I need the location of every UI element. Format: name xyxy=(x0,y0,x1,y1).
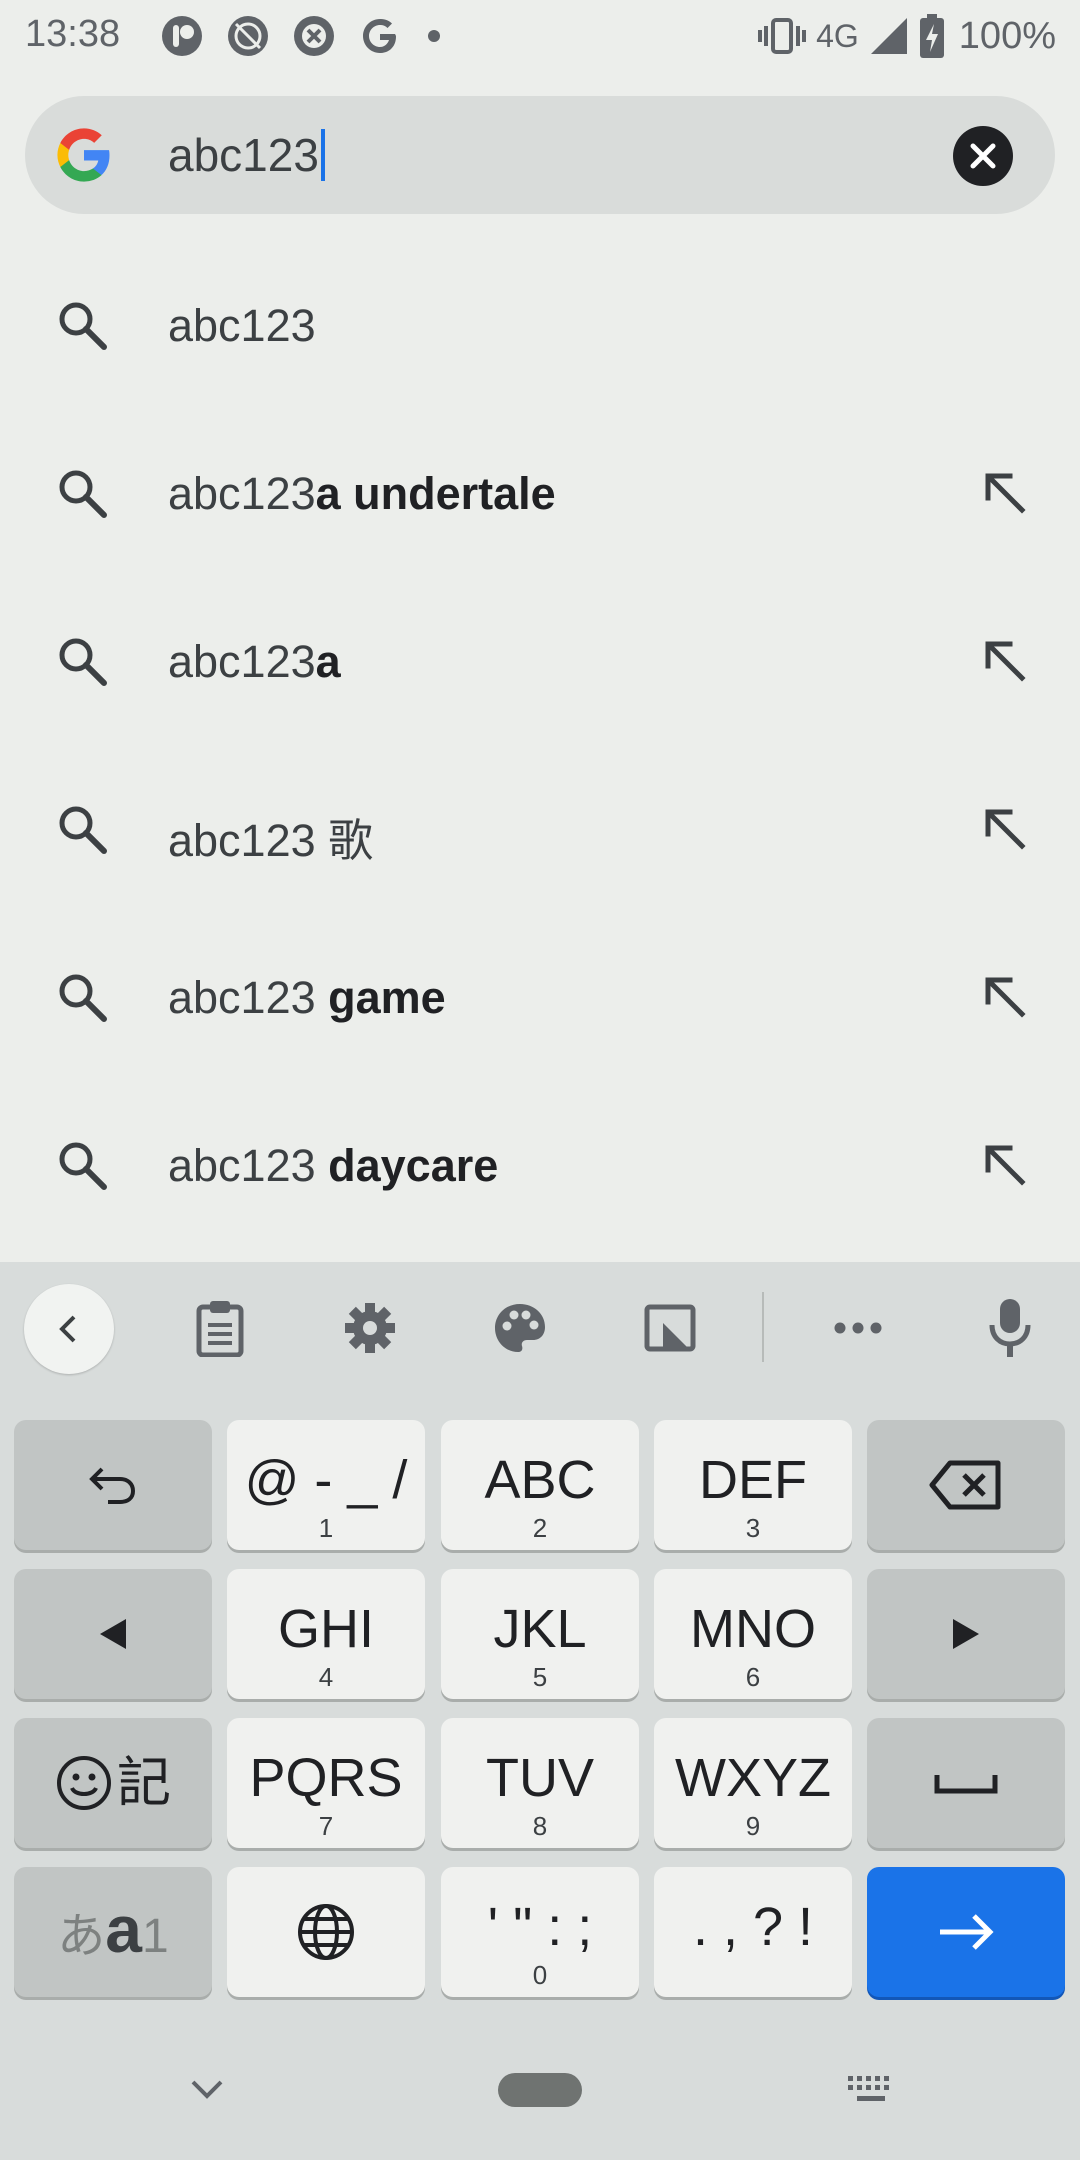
enter-key[interactable] xyxy=(867,1867,1065,1997)
suggestion-item[interactable]: abc123 daycare xyxy=(0,1080,1080,1248)
search-icon xyxy=(59,974,107,1022)
search-icon xyxy=(59,302,107,350)
more-button[interactable] xyxy=(828,1298,888,1358)
suggestion-text: abc123a xyxy=(168,636,341,687)
fill-query-arrow-icon[interactable] xyxy=(980,468,1030,518)
battery-percent: 100% xyxy=(958,14,1056,57)
cursor-right-key[interactable] xyxy=(867,1569,1065,1699)
globe-icon xyxy=(298,1904,354,1960)
close-icon xyxy=(970,143,996,169)
input-mode-label: あa1 xyxy=(57,1892,169,1966)
back-icon xyxy=(59,1315,76,1343)
status-time: 13:38 xyxy=(25,13,121,55)
fill-query-arrow-icon[interactable] xyxy=(980,636,1030,686)
chevron-down-icon[interactable] xyxy=(190,2078,224,2102)
home-pill[interactable] xyxy=(498,2073,582,2107)
fill-query-arrow-icon[interactable] xyxy=(980,972,1030,1022)
keyboard-toolbar xyxy=(0,1262,1080,1394)
google-icon xyxy=(363,19,396,53)
key-7[interactable]: PQRS 7 xyxy=(227,1718,425,1848)
key-1[interactable]: @ - _ / 1 xyxy=(227,1420,425,1550)
mute-icon xyxy=(228,16,268,56)
status-right: 4G 100% xyxy=(758,12,1056,60)
settings-button[interactable] xyxy=(340,1298,400,1358)
emoji-symbol-key[interactable]: 記 xyxy=(14,1718,212,1848)
key-6[interactable]: MNO 6 xyxy=(654,1569,852,1699)
key-2[interactable]: ABC 2 xyxy=(441,1420,639,1550)
clipboard-button[interactable] xyxy=(190,1298,250,1358)
one-handed-button[interactable] xyxy=(640,1298,700,1358)
battery-charging-icon xyxy=(919,14,944,58)
signal-icon xyxy=(870,18,907,54)
settings-icon xyxy=(345,1303,395,1353)
clipboard-icon xyxy=(196,1301,244,1357)
suggestion-text: abc123 daycare xyxy=(168,1140,499,1191)
suggestion-item[interactable]: abc123a xyxy=(0,576,1080,744)
punctuation-key[interactable]: . , ? ! xyxy=(654,1867,852,1997)
search-icon xyxy=(59,638,107,686)
voice-input-button[interactable] xyxy=(980,1298,1040,1358)
status-notification-icons xyxy=(160,14,444,58)
toolbar-divider xyxy=(762,1292,764,1362)
fill-query-arrow-icon[interactable] xyxy=(980,804,1030,854)
input-mode-key[interactable]: あa1 xyxy=(14,1867,212,1997)
search-query: abc123 xyxy=(168,129,319,181)
cursor-left-key[interactable] xyxy=(14,1569,212,1699)
suggestion-text: abc123 game xyxy=(168,972,446,1023)
more-icon xyxy=(834,1322,882,1334)
microphone-icon xyxy=(989,1299,1031,1357)
backspace-icon xyxy=(929,1460,1001,1510)
kanji-label: 記 xyxy=(117,1753,171,1813)
one-handed-icon xyxy=(644,1304,696,1352)
key-9[interactable]: WXYZ 9 xyxy=(654,1718,852,1848)
key-8[interactable]: TUV 8 xyxy=(441,1718,639,1848)
key-3[interactable]: DEF 3 xyxy=(654,1420,852,1550)
blocked-icon xyxy=(294,16,334,56)
search-icon xyxy=(59,470,107,518)
dot-icon xyxy=(428,30,440,42)
suggestion-list: abc123 abc123a undertale abc123a abc123 … xyxy=(0,240,1080,1248)
key-0[interactable]: ' " : ; 0 xyxy=(441,1867,639,1997)
suggestion-item[interactable]: abc123 xyxy=(0,240,1080,408)
language-key[interactable] xyxy=(227,1867,425,1997)
suggestion-item[interactable]: abc123 game xyxy=(0,912,1080,1080)
navigation-bar xyxy=(0,2020,1080,2160)
palette-icon xyxy=(495,1304,545,1352)
fill-query-arrow-icon[interactable] xyxy=(980,1140,1030,1190)
backspace-key[interactable] xyxy=(867,1420,1065,1550)
notification-app-icon xyxy=(162,16,202,56)
status-bar: 13:38 4G 100% xyxy=(0,0,1080,72)
text-cursor xyxy=(320,129,325,181)
clear-search-button[interactable] xyxy=(953,126,1013,186)
suggestion-item[interactable]: abc123a undertale xyxy=(0,408,1080,576)
space-icon xyxy=(934,1775,998,1794)
key-5[interactable]: JKL 5 xyxy=(441,1569,639,1699)
suggestion-text: abc123 xyxy=(168,300,316,351)
undo-key[interactable] xyxy=(14,1420,212,1550)
keyboard-icon[interactable] xyxy=(846,2074,896,2106)
theme-button[interactable] xyxy=(490,1298,550,1358)
search-input[interactable]: abc123 xyxy=(168,128,325,182)
emoji-icon xyxy=(57,1756,111,1810)
undo-icon xyxy=(89,1467,136,1504)
search-icon xyxy=(59,806,107,854)
toolbar-back-button[interactable] xyxy=(24,1284,114,1374)
suggestion-text: abc123a undertale xyxy=(168,468,556,519)
vibrate-icon xyxy=(758,18,807,54)
arrow-right-icon xyxy=(940,1914,994,1950)
search-bar[interactable]: abc123 xyxy=(25,96,1055,214)
left-triangle-icon xyxy=(100,1619,126,1649)
network-type: 4G xyxy=(816,17,859,54)
right-triangle-icon xyxy=(953,1619,979,1649)
suggestion-text: abc123 歌 xyxy=(168,815,374,866)
space-key[interactable] xyxy=(867,1718,1065,1848)
google-g-icon xyxy=(57,128,110,182)
search-icon xyxy=(59,1142,107,1190)
key-4[interactable]: GHI 4 xyxy=(227,1569,425,1699)
suggestion-item[interactable]: abc123 歌 xyxy=(0,744,1080,912)
